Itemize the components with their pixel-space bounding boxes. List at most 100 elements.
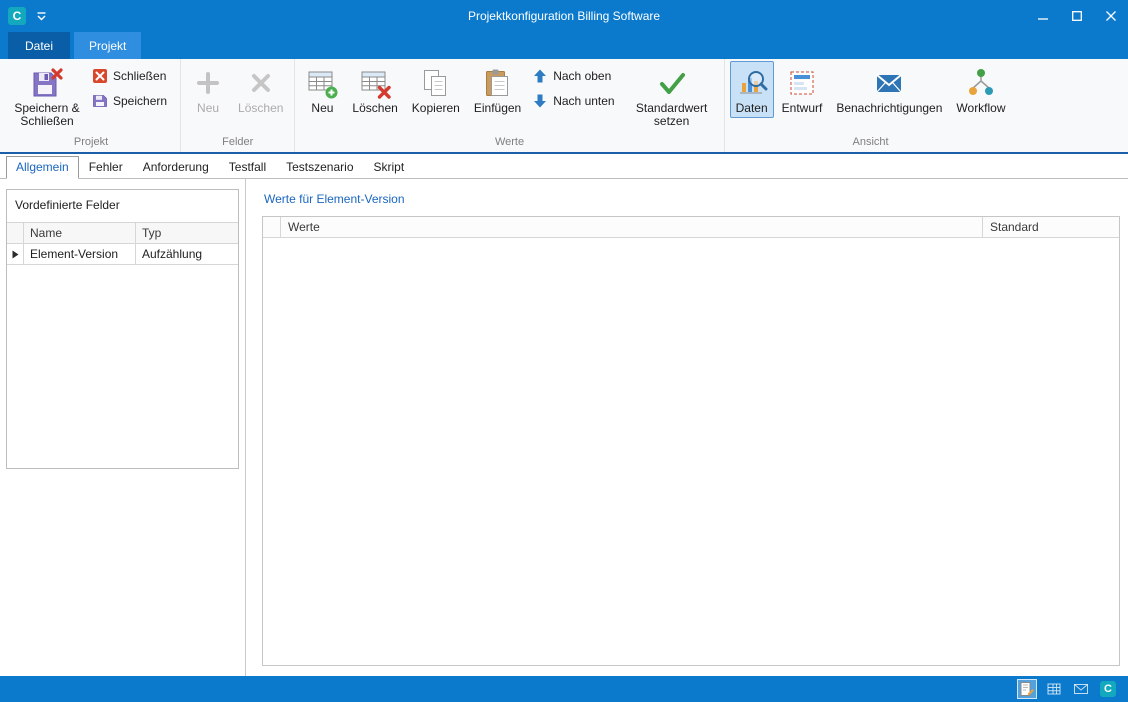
view-design-label: Entwurf [782, 102, 823, 115]
main-content: Vordefinierte Felder Name Typ Element-Ve… [0, 179, 1128, 676]
tab-anforderung[interactable]: Anforderung [133, 156, 219, 179]
group-caption-felder: Felder [186, 135, 289, 152]
status-icon-grid[interactable] [1044, 679, 1064, 699]
view-data-label: Daten [736, 102, 768, 115]
table-delete-icon [359, 67, 391, 99]
column-header-werte[interactable]: Werte [281, 217, 983, 237]
app-logo-icon: C [8, 7, 26, 25]
workflow-icon [965, 67, 997, 99]
status-icon-fields[interactable] [1017, 679, 1037, 699]
workflow-button[interactable]: Workflow [950, 61, 1011, 118]
new-value-label: Neu [311, 102, 333, 115]
cell-field-name: Element-Version [24, 244, 136, 265]
cell-field-typ: Aufzählung [136, 244, 238, 265]
paste-label: Einfügen [474, 102, 521, 115]
arrow-up-icon [532, 68, 548, 84]
group-caption-projekt: Projekt [7, 135, 175, 152]
set-default-value-button[interactable]: Standardwert setzen [625, 61, 719, 131]
quick-access-dropdown-icon[interactable] [36, 12, 47, 21]
row-selector-header [7, 223, 24, 244]
row-selector-cell [7, 244, 24, 265]
paste-button[interactable]: Einfügen [468, 61, 527, 118]
column-header-standard[interactable]: Standard [983, 217, 1119, 237]
window-controls [1026, 0, 1128, 32]
ribbon-group-ansicht: Daten Entwurf [725, 59, 1017, 152]
save-button[interactable]: Speichern [89, 90, 175, 112]
predefined-fields-title: Vordefinierte Felder [7, 190, 238, 222]
close-project-label: Schließen [113, 69, 166, 83]
ribbon-tab-row: Datei Projekt [0, 32, 1128, 59]
save-label: Speichern [113, 94, 167, 108]
move-down-button[interactable]: Nach unten [529, 90, 622, 112]
view-design-button[interactable]: Entwurf [776, 61, 829, 118]
set-default-value-label: Standardwert setzen [631, 102, 713, 128]
save-close-icon [31, 67, 63, 99]
ribbon-group-werte: Neu Löschen [295, 59, 724, 152]
close-button[interactable] [1094, 0, 1128, 32]
values-row-selector-header [263, 217, 281, 237]
delete-value-label: Löschen [352, 102, 397, 115]
status-icon-notifications[interactable] [1071, 679, 1091, 699]
values-panel-title: Werte für Element-Version [264, 192, 405, 206]
tab-projekt[interactable]: Projekt [74, 32, 141, 59]
window-title: Projektkonfiguration Billing Software [0, 9, 1128, 23]
notifications-label: Benachrichtigungen [836, 102, 942, 115]
save-and-close-button[interactable]: Speichern & Schließen [7, 61, 87, 131]
tab-datei[interactable]: Datei [8, 32, 70, 59]
app-logo-small: C [1100, 681, 1116, 697]
new-field-label: Neu [197, 102, 219, 115]
table-add-icon [306, 67, 338, 99]
new-value-button[interactable]: Neu [300, 61, 344, 118]
statusbar: C [0, 676, 1128, 702]
design-form-icon [786, 67, 818, 99]
column-header-typ[interactable]: Typ [136, 223, 238, 244]
x-icon [245, 67, 277, 99]
delete-field-label: Löschen [238, 102, 283, 115]
move-up-label: Nach oben [553, 69, 611, 83]
tab-skript[interactable]: Skript [364, 156, 415, 179]
tab-allgemein[interactable]: Allgemein [6, 156, 79, 179]
titlebar: C Projektkonfiguration Billing Software [0, 0, 1128, 32]
close-file-icon [92, 68, 108, 84]
status-app-logo-icon[interactable]: C [1098, 679, 1118, 699]
move-up-button[interactable]: Nach oben [529, 65, 622, 87]
values-grid-header: Werte Standard [263, 217, 1119, 238]
notifications-button[interactable]: Benachrichtigungen [830, 61, 948, 118]
workflow-label: Workflow [956, 102, 1005, 115]
tab-testszenario[interactable]: Testszenario [276, 156, 363, 179]
fields-grid-header: Name Typ [7, 223, 238, 244]
left-region: Vordefinierte Felder Name Typ Element-Ve… [0, 179, 245, 676]
copy-icon [420, 67, 452, 99]
document-tab-strip: Allgemein Fehler Anforderung Testfall Te… [0, 154, 1128, 179]
arrow-down-icon [532, 93, 548, 109]
tab-testfall[interactable]: Testfall [219, 156, 276, 179]
fields-grid: Name Typ Element-Version Aufzählung [7, 222, 238, 265]
current-row-arrow-icon [12, 250, 19, 259]
column-header-name[interactable]: Name [24, 223, 136, 244]
paste-icon [482, 67, 514, 99]
save-icon [92, 93, 108, 109]
data-magnifier-icon [736, 67, 768, 99]
move-down-label: Nach unten [553, 94, 614, 108]
new-field-button[interactable]: Neu [186, 61, 230, 118]
view-data-button[interactable]: Daten [730, 61, 774, 118]
ribbon: Speichern & Schließen Schließen [0, 59, 1128, 154]
delete-field-button[interactable]: Löschen [232, 61, 289, 118]
copy-label: Kopieren [412, 102, 460, 115]
ribbon-group-felder: Neu Löschen Felder [181, 59, 295, 152]
group-caption-werte: Werte [300, 135, 718, 152]
envelope-icon [873, 67, 905, 99]
maximize-button[interactable] [1060, 0, 1094, 32]
table-row[interactable]: Element-Version Aufzählung [7, 244, 238, 265]
predefined-fields-panel: Vordefinierte Felder Name Typ Element-Ve… [6, 189, 239, 469]
copy-button[interactable]: Kopieren [406, 61, 466, 118]
close-project-button[interactable]: Schließen [89, 65, 175, 87]
tab-fehler[interactable]: Fehler [79, 156, 133, 179]
group-caption-ansicht: Ansicht [730, 135, 1012, 152]
minimize-button[interactable] [1026, 0, 1060, 32]
delete-value-button[interactable]: Löschen [346, 61, 403, 118]
values-grid: Werte Standard [262, 216, 1120, 666]
ribbon-group-projekt: Speichern & Schließen Schließen [2, 59, 181, 152]
right-region: Werte für Element-Version Werte Standard [246, 179, 1128, 676]
checkmark-icon [656, 67, 688, 99]
